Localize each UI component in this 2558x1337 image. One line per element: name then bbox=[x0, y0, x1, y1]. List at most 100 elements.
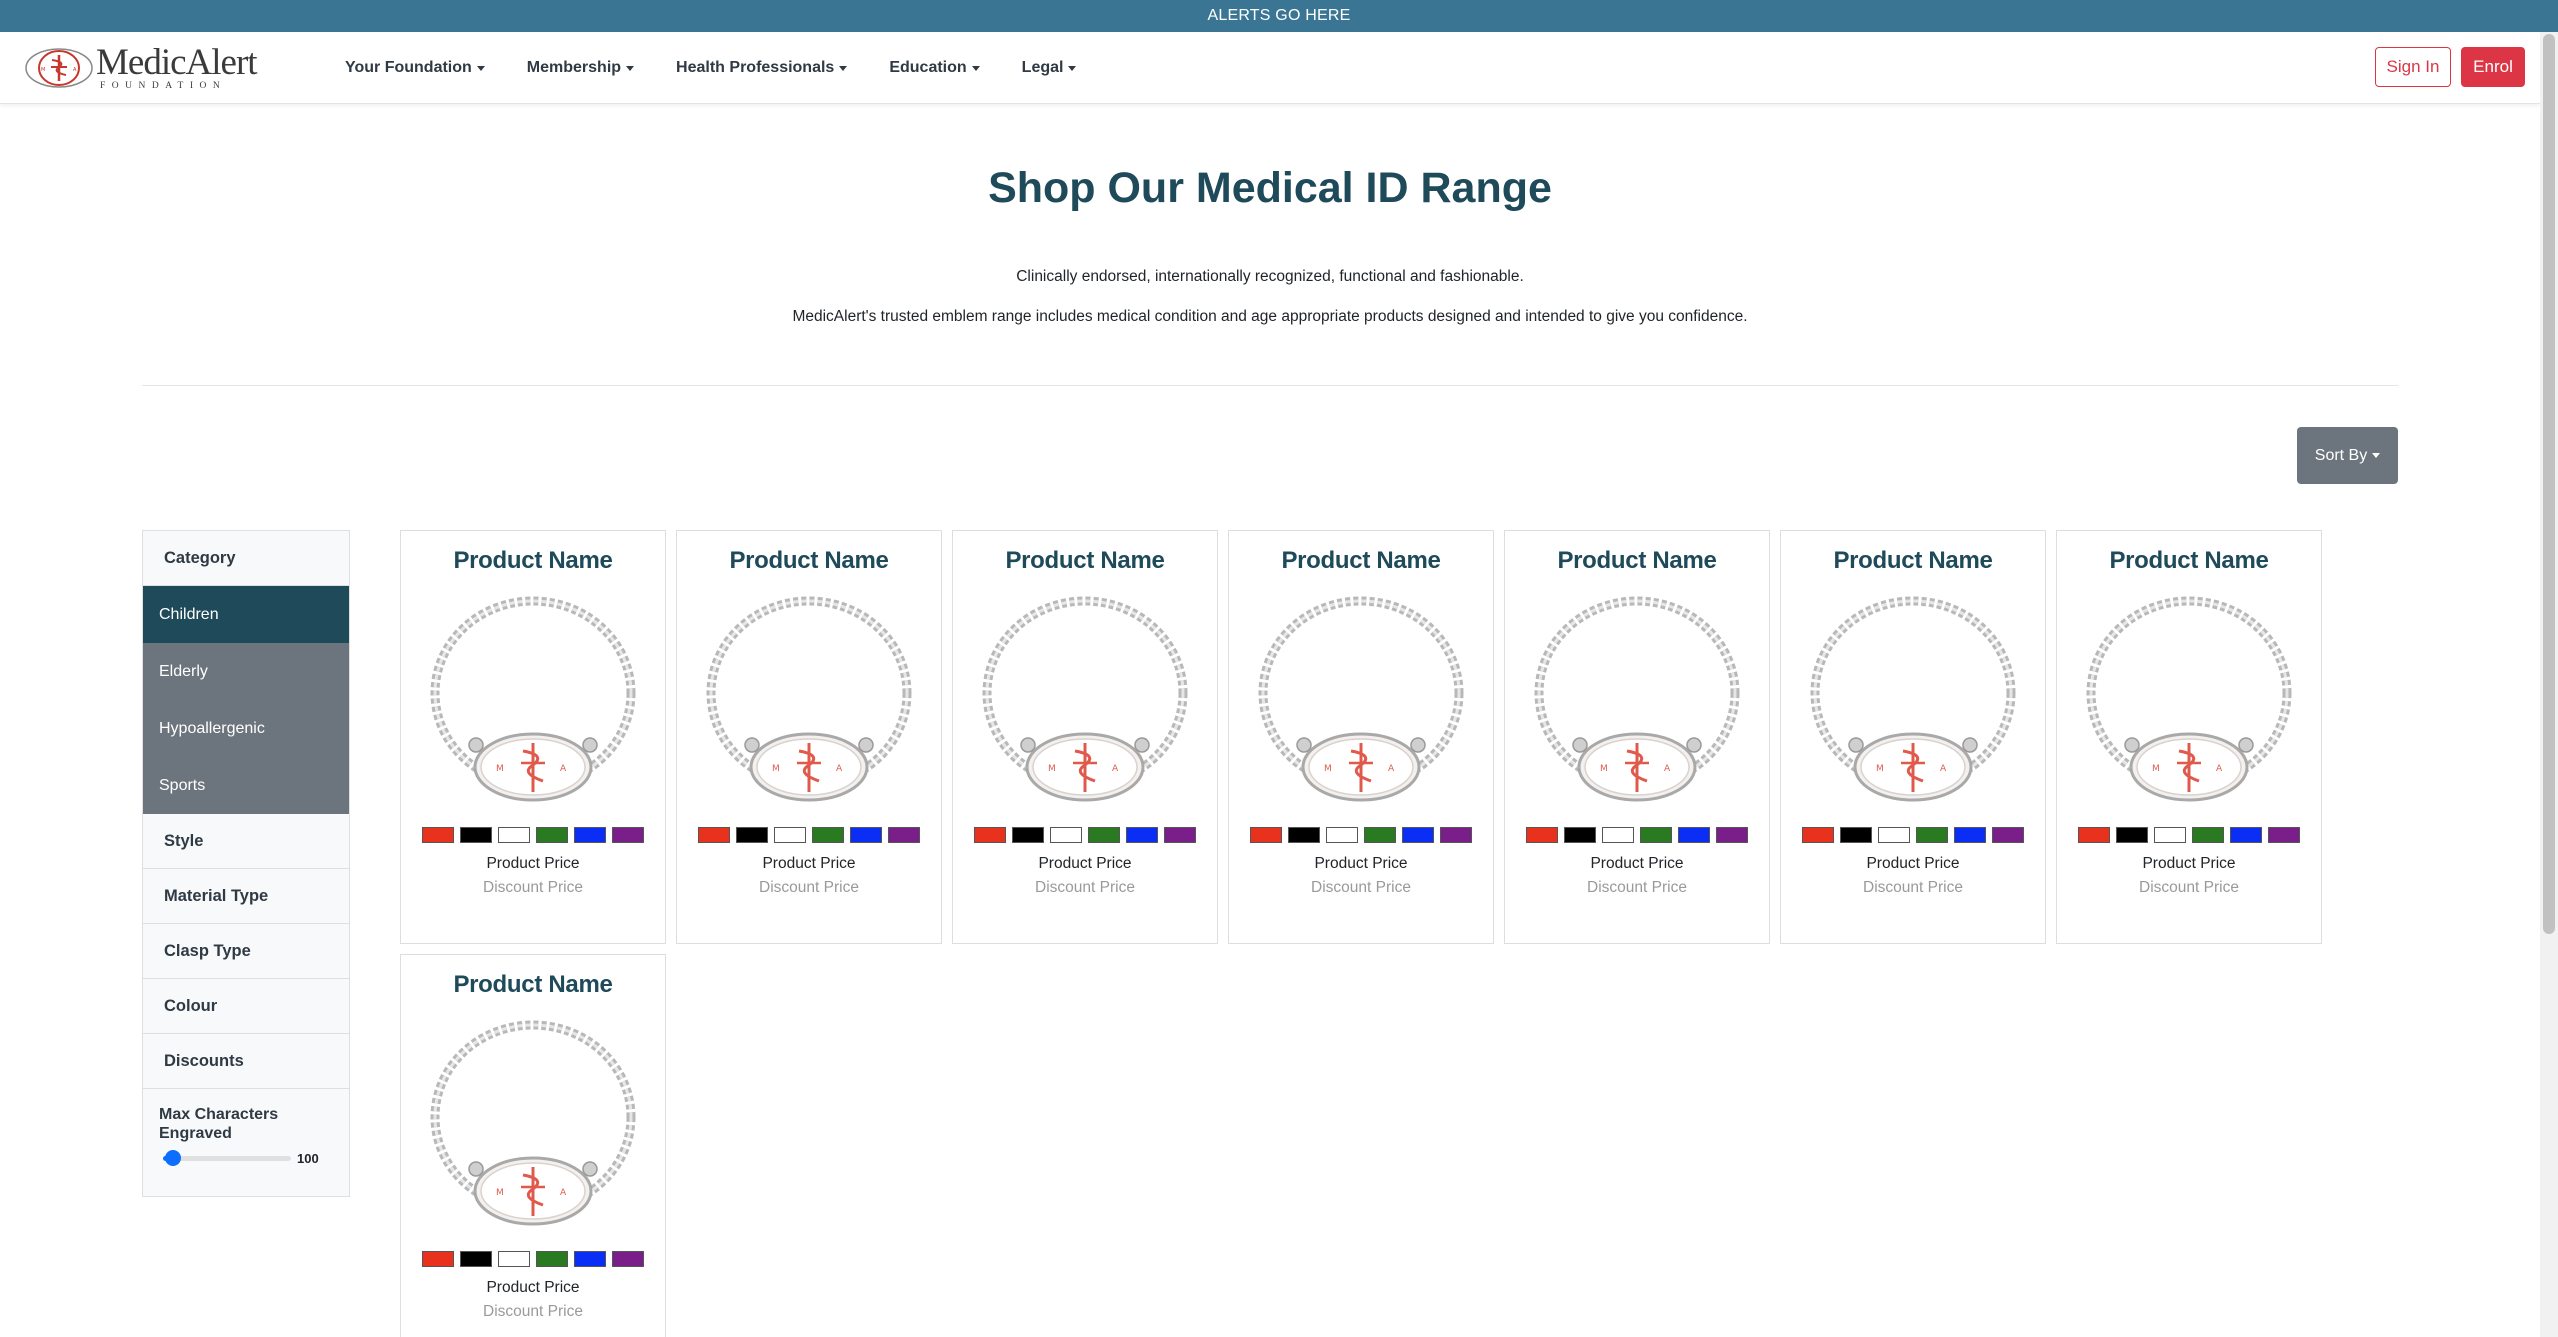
swatch-green[interactable] bbox=[1088, 827, 1120, 843]
filter-style[interactable]: Style bbox=[143, 814, 349, 869]
swatch-red[interactable] bbox=[974, 827, 1006, 843]
max-characters-label: Max Characters Engraved bbox=[159, 1106, 279, 1142]
swatch-black[interactable] bbox=[460, 1251, 492, 1267]
swatch-white[interactable] bbox=[1878, 827, 1910, 843]
swatch-white[interactable] bbox=[2154, 827, 2186, 843]
swatch-black[interactable] bbox=[736, 827, 768, 843]
nav-label: Your Foundation bbox=[345, 59, 472, 76]
discount-price: Discount Price bbox=[1311, 879, 1411, 896]
swatch-blue[interactable] bbox=[574, 1251, 606, 1267]
bracelet-image bbox=[428, 1019, 638, 1239]
nav-your-foundation[interactable]: Your Foundation bbox=[345, 59, 485, 77]
product-card[interactable]: Product Name Product Price Discount Pric… bbox=[1228, 530, 1494, 944]
swatch-black[interactable] bbox=[1288, 827, 1320, 843]
caret-down-icon bbox=[839, 65, 848, 71]
filter-sidebar: Category Children Elderly Hypoallergenic… bbox=[142, 530, 350, 1197]
swatch-white[interactable] bbox=[1326, 827, 1358, 843]
nav-membership[interactable]: Membership bbox=[526, 59, 635, 77]
swatch-black[interactable] bbox=[460, 827, 492, 843]
swatch-black[interactable] bbox=[2116, 827, 2148, 843]
swatch-blue[interactable] bbox=[2230, 827, 2262, 843]
nav-health-professionals[interactable]: Health Professionals bbox=[676, 59, 848, 77]
bracelet-image bbox=[704, 595, 914, 815]
bracelet-image bbox=[2084, 595, 2294, 815]
filter-discounts[interactable]: Discounts bbox=[143, 1034, 349, 1089]
colour-swatches bbox=[401, 827, 665, 843]
product-card[interactable]: Product Name Product Price Discount Pric… bbox=[1780, 530, 2046, 944]
caret-down-icon bbox=[626, 65, 635, 71]
discount-price: Discount Price bbox=[2139, 879, 2239, 896]
slider-handle[interactable] bbox=[165, 1150, 182, 1166]
filter-category-children[interactable]: Children bbox=[143, 586, 349, 643]
swatch-white[interactable] bbox=[1602, 827, 1634, 843]
colour-swatches bbox=[2057, 827, 2321, 843]
swatch-purple[interactable] bbox=[1716, 827, 1748, 843]
product-card[interactable]: Product Name Product Price Discount Pric… bbox=[2056, 530, 2322, 944]
filter-material-type[interactable]: Material Type bbox=[143, 869, 349, 924]
filter-clasp-type[interactable]: Clasp Type bbox=[143, 924, 349, 979]
swatch-blue[interactable] bbox=[1678, 827, 1710, 843]
swatch-black[interactable] bbox=[1840, 827, 1872, 843]
nav-education[interactable]: Education bbox=[889, 59, 980, 77]
product-card[interactable]: Product Name Product Price Discount Pric… bbox=[1504, 530, 1770, 944]
product-name: Product Name bbox=[2109, 547, 2269, 574]
product-card[interactable]: Product Name Product Price Discount Pric… bbox=[676, 530, 942, 944]
bracelet-image bbox=[428, 595, 638, 815]
colour-swatches bbox=[953, 827, 1217, 843]
product-card[interactable]: Product Name Product Price Discount Pric… bbox=[400, 530, 666, 944]
swatch-red[interactable] bbox=[422, 1251, 454, 1267]
page-scrollbar[interactable] bbox=[2540, 32, 2558, 1337]
nav-legal[interactable]: Legal bbox=[1022, 59, 1077, 77]
swatch-blue[interactable] bbox=[574, 827, 606, 843]
nav-label: Membership bbox=[526, 59, 622, 76]
svg-text:M: M bbox=[41, 67, 45, 73]
filter-colour[interactable]: Colour bbox=[143, 979, 349, 1034]
enrol-button[interactable]: Enrol bbox=[2461, 47, 2525, 87]
bracelet-image bbox=[1532, 595, 1742, 815]
swatch-purple[interactable] bbox=[612, 1251, 644, 1267]
swatch-white[interactable] bbox=[1050, 827, 1082, 843]
swatch-blue[interactable] bbox=[1126, 827, 1158, 843]
nav-label: Legal bbox=[1021, 59, 1064, 76]
swatch-red[interactable] bbox=[422, 827, 454, 843]
product-name: Product Name bbox=[453, 971, 613, 998]
swatch-black[interactable] bbox=[1564, 827, 1596, 843]
medicalert-logo[interactable]: M A MedicAlert FOUNDATION bbox=[24, 44, 264, 92]
swatch-green[interactable] bbox=[812, 827, 844, 843]
scrollbar-thumb[interactable] bbox=[2543, 34, 2555, 934]
swatch-green[interactable] bbox=[1916, 827, 1948, 843]
swatch-red[interactable] bbox=[698, 827, 730, 843]
swatch-green[interactable] bbox=[536, 1251, 568, 1267]
product-card[interactable]: Product Name Product Price Discount Pric… bbox=[400, 954, 666, 1337]
swatch-purple[interactable] bbox=[1440, 827, 1472, 843]
swatch-purple[interactable] bbox=[888, 827, 920, 843]
swatch-green[interactable] bbox=[1640, 827, 1672, 843]
swatch-black[interactable] bbox=[1012, 827, 1044, 843]
filter-category-elderly[interactable]: Elderly bbox=[143, 643, 349, 700]
swatch-purple[interactable] bbox=[612, 827, 644, 843]
product-name: Product Name bbox=[1281, 547, 1441, 574]
swatch-red[interactable] bbox=[1526, 827, 1558, 843]
swatch-red[interactable] bbox=[1802, 827, 1834, 843]
sort-by-dropdown[interactable]: Sort By bbox=[2297, 427, 2398, 484]
swatch-green[interactable] bbox=[1364, 827, 1396, 843]
swatch-white[interactable] bbox=[498, 1251, 530, 1267]
swatch-purple[interactable] bbox=[2268, 827, 2300, 843]
swatch-purple[interactable] bbox=[1992, 827, 2024, 843]
product-card[interactable]: Product Name Product Price Discount Pric… bbox=[952, 530, 1218, 944]
swatch-red[interactable] bbox=[2078, 827, 2110, 843]
sign-in-button[interactable]: Sign In bbox=[2375, 47, 2451, 87]
max-characters-slider[interactable] bbox=[163, 1150, 291, 1166]
filter-category-hypoallergenic[interactable]: Hypoallergenic bbox=[143, 700, 349, 757]
swatch-blue[interactable] bbox=[1402, 827, 1434, 843]
swatch-white[interactable] bbox=[498, 827, 530, 843]
swatch-blue[interactable] bbox=[850, 827, 882, 843]
swatch-purple[interactable] bbox=[1164, 827, 1196, 843]
swatch-white[interactable] bbox=[774, 827, 806, 843]
swatch-green[interactable] bbox=[536, 827, 568, 843]
filter-category-sports[interactable]: Sports bbox=[143, 757, 349, 814]
filter-category[interactable]: Category bbox=[143, 531, 349, 586]
swatch-red[interactable] bbox=[1250, 827, 1282, 843]
swatch-blue[interactable] bbox=[1954, 827, 1986, 843]
swatch-green[interactable] bbox=[2192, 827, 2224, 843]
